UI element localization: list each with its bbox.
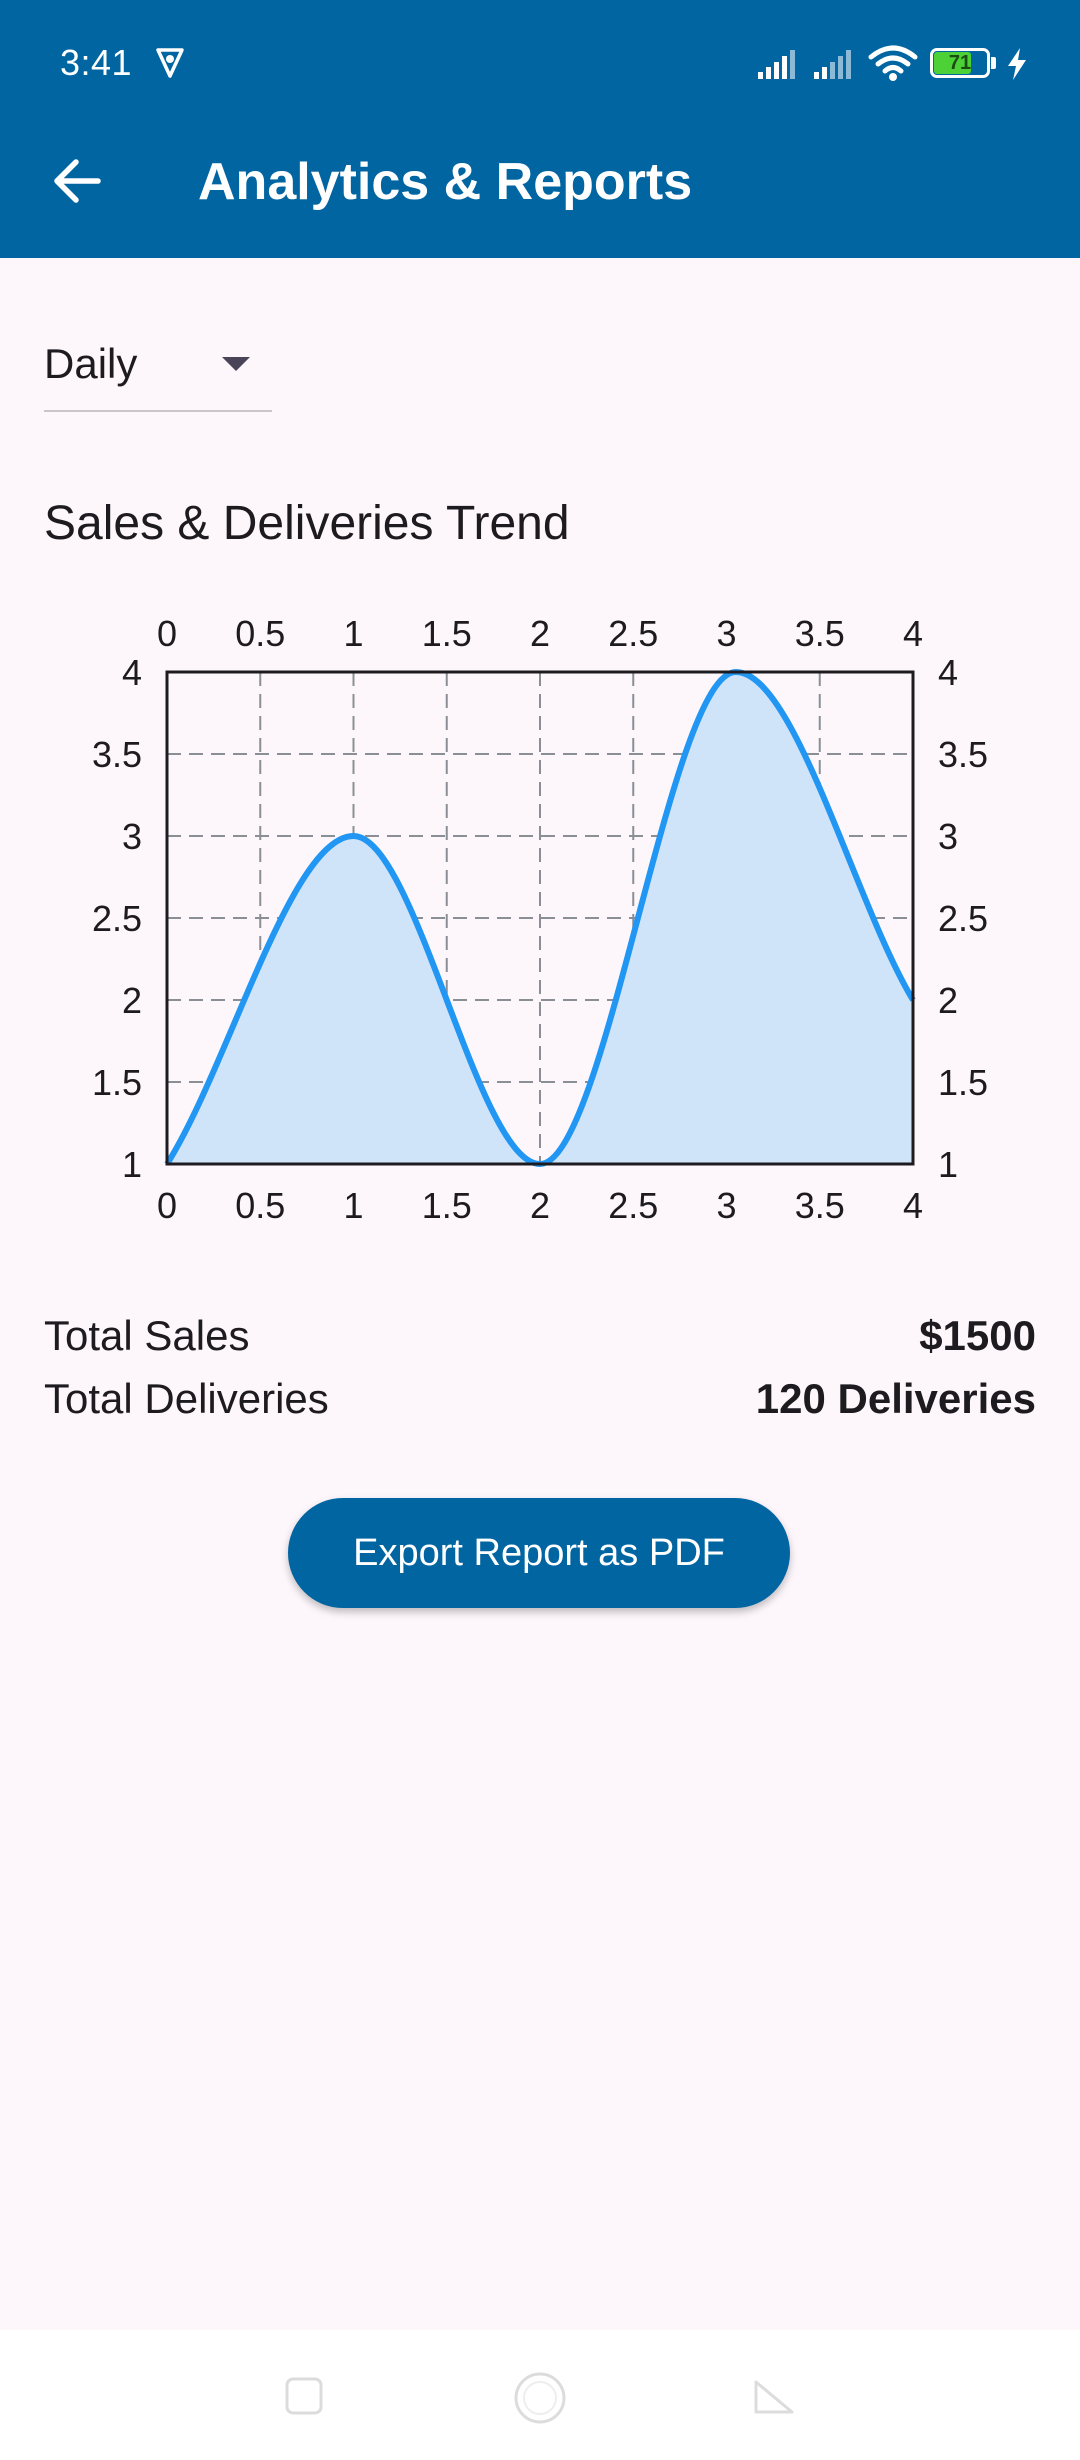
y-tick-label-left: 1 [122,1144,142,1185]
battery-level: 71 [948,52,972,74]
chart-title: Sales & Deliveries Trend [44,497,570,550]
app-bar: 3:41 71 Analytics & Reports [0,0,1080,258]
vpn-icon [156,48,184,78]
y-tick-label-right: 2.5 [938,898,988,939]
x-tick-label-top: 3.5 [795,613,845,654]
page-title: Analytics & Reports [198,153,693,211]
total-sales-row: Total Sales $1500 [44,1308,1036,1364]
x-tick-label-bottom: 0.5 [235,1185,285,1226]
x-tick-label-top: 2 [530,613,550,654]
y-tick-label-left: 2.5 [92,898,142,939]
x-tick-label-top: 2.5 [608,613,658,654]
y-tick-label-left: 3.5 [92,734,142,775]
wifi-icon [868,45,918,81]
total-sales-label: Total Sales [44,1312,250,1359]
x-tick-label-bottom: 0 [157,1185,177,1226]
signal-icon [814,50,851,79]
y-tick-label-right: 4 [938,652,958,693]
total-sales-value: $1500 [919,1312,1036,1359]
charging-icon [1008,48,1026,80]
home-icon[interactable] [512,2370,568,2426]
arrow-back-icon [54,159,101,203]
back-button[interactable] [44,148,110,214]
battery-icon: 71 [930,48,998,80]
x-tick-label-top: 4 [903,613,923,654]
period-dropdown-value: Daily [44,340,138,387]
x-tick-label-bottom: 1 [343,1185,363,1226]
y-tick-label-left: 1.5 [92,1062,142,1103]
period-dropdown[interactable]: Daily [44,330,272,412]
x-tick-label-bottom: 1.5 [422,1185,472,1226]
x-tick-label-top: 0.5 [235,613,285,654]
x-tick-label-bottom: 4 [903,1185,923,1226]
y-tick-label-left: 4 [122,652,142,693]
x-tick-label-bottom: 3.5 [795,1185,845,1226]
x-tick-label-top: 1 [343,613,363,654]
y-tick-label-right: 3.5 [938,734,988,775]
x-tick-label-bottom: 2.5 [608,1185,658,1226]
x-tick-label-top: 1.5 [422,613,472,654]
y-tick-label-right: 3 [938,816,958,857]
sales-deliveries-chart: 000.50.5111.51.5222.52.5333.53.5441 11.5 1… [92,613,988,1226]
recent-apps-icon[interactable] [284,2376,324,2416]
dropdown-arrow-icon [222,357,250,371]
y-tick-label-left: 3 [122,816,142,857]
x-tick-label-top: 0 [157,613,177,654]
signal-icon [758,50,795,79]
x-tick-label-top: 3 [716,613,736,654]
total-deliveries-label: Total Deliveries [44,1375,329,1422]
x-tick-label-bottom: 2 [530,1185,550,1226]
x-tick-label-bottom: 3 [716,1185,736,1226]
back-icon[interactable] [752,2376,796,2416]
export-pdf-button[interactable]: Export Report as PDF [288,1498,790,1608]
y-tick-label-right: 1.5 [938,1062,988,1103]
status-time: 3:41 [60,42,133,83]
y-tick-label-left: 2 [122,980,142,1021]
total-deliveries-row: Total Deliveries 120 Deliveries [44,1371,1036,1427]
y-tick-label-right: 2 [938,980,958,1021]
total-deliveries-value: 120 Deliveries [755,1375,1036,1422]
y-tick-label-right: 1 [938,1144,958,1185]
system-nav-bar [0,2330,1080,2460]
